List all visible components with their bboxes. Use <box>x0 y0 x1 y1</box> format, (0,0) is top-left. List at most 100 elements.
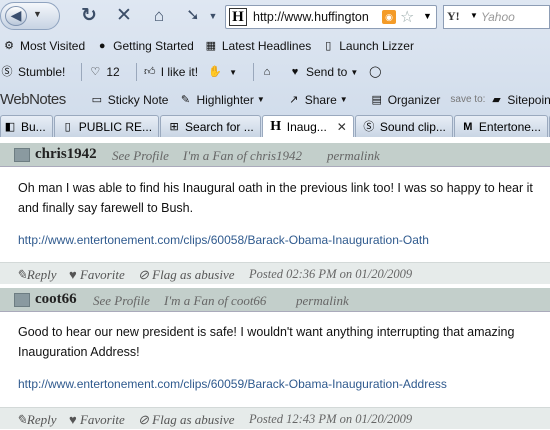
favorite-label: Favorite <box>79 412 125 427</box>
reply-label: Reply <box>26 267 57 282</box>
bookmark-most-visited[interactable]: ⚙ Most Visited <box>2 39 85 53</box>
comment-author[interactable]: chris1942 <box>35 146 97 163</box>
tab-label: PUBLIC RE... <box>78 119 153 134</box>
bookmark-getting-started[interactable]: ● Getting Started <box>95 39 194 53</box>
bookmark-label: Launch Lizzer <box>339 38 414 53</box>
search-bar[interactable]: Y! ▼ Yahoo <box>443 5 550 29</box>
history-dropdown-icon[interactable]: ▼ <box>33 9 42 19</box>
chevron-down-icon: ▼ <box>339 95 348 104</box>
comment-author[interactable]: coot66 <box>35 291 77 308</box>
stop-icon: ✕ <box>116 5 132 26</box>
pin-dropdown-icon[interactable]: ▼ <box>202 5 224 27</box>
heart-icon: ♥ <box>69 412 80 427</box>
home-button[interactable]: ⌂ <box>148 5 170 27</box>
search-engine-dropdown-icon[interactable]: ▼ <box>470 11 478 20</box>
send-to-label: Send to <box>305 65 348 79</box>
stop-button[interactable]: ✕ <box>113 5 135 27</box>
yahoo-engine-icon[interactable]: Y! <box>447 9 469 25</box>
flag-label: Flag as abusive <box>152 412 235 427</box>
avatar[interactable] <box>14 293 30 307</box>
tab-favicon-icon: ◧ <box>4 120 16 133</box>
reply-icon: ✎ <box>16 412 27 427</box>
url-dropdown-icon[interactable]: ▼ <box>423 11 432 21</box>
pin-icon: ➘ <box>186 7 200 24</box>
firefox-icon: ● <box>98 39 106 52</box>
comment-body: Good to hear our new president is safe! … <box>18 325 515 359</box>
pin-button[interactable]: ➘ <box>182 5 204 27</box>
fan-link[interactable]: I'm a Fan of coot66 <box>164 293 266 309</box>
divider <box>81 63 83 81</box>
tab-label: Search for ... <box>185 119 254 134</box>
thumbs-down-button[interactable]: ✋ ▼ <box>208 65 237 79</box>
send-to-button[interactable]: ♥ Send to ▼ <box>288 65 359 79</box>
organizer-icon: ▤ <box>371 93 382 106</box>
highlighter-button[interactable]: ✎ Highlighter ▼ <box>178 93 265 107</box>
url-text[interactable]: http://www.huffington <box>253 10 381 24</box>
posted-timestamp: Posted 02:36 PM on 01/20/2009 <box>249 267 413 281</box>
search-input[interactable]: Yahoo <box>481 10 515 24</box>
flag-icon: ⊘ <box>138 267 153 282</box>
favorite-button[interactable]: ♥ Favorite <box>69 412 125 428</box>
comment-header: chris1942 See Profile I'm a Fan of chris… <box>0 143 550 167</box>
comment-button[interactable]: ◯ <box>368 65 386 79</box>
share-button[interactable]: ↗ Share ▼ <box>287 93 348 107</box>
huffington-favicon-icon: H <box>229 8 247 26</box>
like-count[interactable]: ♡ 12 <box>88 65 119 79</box>
stumble-button[interactable]: Ⓢ Stumble! <box>0 65 66 79</box>
bookmark-latest-headlines[interactable]: ▦ Latest Headlines <box>204 39 312 53</box>
fan-link[interactable]: I'm a Fan of chris1942 <box>183 148 302 164</box>
address-bar[interactable]: H http://www.huffington ◉ ☆ ▼ <box>225 5 437 29</box>
flag-button[interactable]: ⊘ Flag as abusive <box>138 412 234 428</box>
favorite-button[interactable]: ♥ Favorite <box>69 267 125 283</box>
comment-body: Oh man I was able to find his Inaugural … <box>18 181 533 215</box>
clip-link[interactable]: http://www.entertonement.com/clips/60059… <box>18 377 447 391</box>
reply-label: Reply <box>26 412 57 427</box>
bookmark-star-icon[interactable]: ☆ <box>400 7 414 27</box>
entertonement-icon: M <box>463 120 473 133</box>
highlighter-icon: ✎ <box>180 93 191 106</box>
bookmark-label: Getting Started <box>113 38 194 53</box>
tab-bu[interactable]: ◧ Bu... <box>0 115 53 137</box>
divider <box>135 63 137 81</box>
sitepoint-folder[interactable]: ▰ Sitepoint Tes <box>489 93 550 107</box>
bookmark-label: Most Visited <box>20 38 86 53</box>
i-like-it-button[interactable]: 👍︎ I like it! <box>143 65 198 79</box>
back-button[interactable]: ◀ <box>5 6 27 26</box>
sticky-note-icon: ▭ <box>91 93 102 106</box>
rss-icon[interactable]: ◉ <box>382 10 396 24</box>
sticky-note-button[interactable]: ▭ Sticky Note <box>90 93 169 107</box>
page-icon: ▯ <box>325 39 332 52</box>
tab-inaug[interactable]: H Inaug... ✕ <box>261 115 354 137</box>
chevron-down-icon: ▼ <box>350 67 359 77</box>
stumbleupon-toolbar: Ⓢ Stumble! ♡ 12 👍︎ I like it! ✋ ▼ ⌂ ♥ Se… <box>0 59 550 85</box>
tab-entertone[interactable]: M Entertone... <box>453 115 548 137</box>
avatar[interactable] <box>14 148 30 162</box>
tab-search-for[interactable]: ⊞ Search for ... <box>160 115 261 137</box>
reload-icon: ↻ <box>81 5 97 26</box>
close-tab-icon[interactable]: ✕ <box>337 120 347 134</box>
clip-link[interactable]: http://www.entertonement.com/clips/60058… <box>18 233 429 247</box>
tab-label: Bu... <box>21 119 46 134</box>
reload-button[interactable]: ↻ <box>78 5 100 27</box>
permalink-link[interactable]: permalink <box>327 148 380 164</box>
like-count-value: 12 <box>106 65 120 79</box>
permalink-link[interactable]: permalink <box>296 293 349 309</box>
search-favicon-icon: ⊞ <box>169 120 179 133</box>
flag-label: Flag as abusive <box>152 267 235 282</box>
sticky-note-label: Sticky Note <box>107 92 169 107</box>
see-profile-link[interactable]: See Profile <box>112 148 169 164</box>
tag-button[interactable]: ⌂ <box>260 65 278 79</box>
reply-button[interactable]: ✎Reply <box>16 412 57 428</box>
bookmark-launch-lizzer[interactable]: ▯ Launch Lizzer <box>321 39 414 53</box>
save-to-label: save to: <box>450 94 486 105</box>
rss-feed-icon: ▦ <box>205 39 217 52</box>
flag-button[interactable]: ⊘ Flag as abusive <box>138 267 234 283</box>
see-profile-link[interactable]: See Profile <box>93 293 150 309</box>
send-icon: ♥ <box>291 66 299 78</box>
tab-public-re[interactable]: ▯ PUBLIC RE... <box>53 115 160 137</box>
tab-sound-clip[interactable]: Ⓢ Sound clip... <box>354 115 453 137</box>
reply-button[interactable]: ✎Reply <box>16 267 57 283</box>
tag-icon: ⌂ <box>263 66 271 78</box>
organizer-button[interactable]: ▤ Organizer <box>370 93 441 107</box>
organizer-label: Organizer <box>387 92 441 107</box>
